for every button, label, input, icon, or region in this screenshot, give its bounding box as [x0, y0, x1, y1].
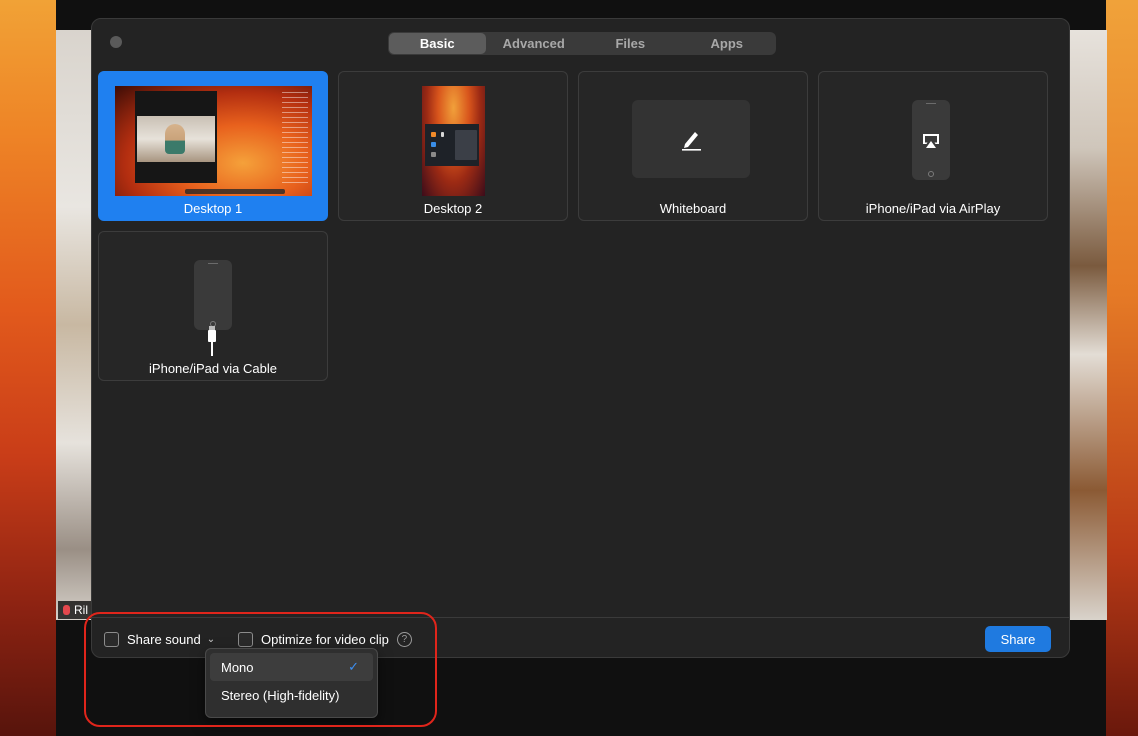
- desktop-1-thumbnail: [115, 86, 312, 196]
- optimize-video-option[interactable]: Optimize for video clip ?: [238, 629, 412, 649]
- menu-item-stereo[interactable]: Stereo (High-fidelity): [210, 681, 373, 709]
- desktop-wallpaper-right: [1106, 0, 1138, 736]
- source-label: iPhone/iPad via Cable: [149, 361, 277, 376]
- tab-basic[interactable]: Basic: [389, 33, 486, 54]
- source-label: iPhone/iPad via AirPlay: [865, 201, 1001, 216]
- share-sound-option[interactable]: Share sound ⌄: [104, 629, 215, 649]
- optimize-video-checkbox[interactable]: [238, 631, 253, 647]
- desktop-wallpaper-left: [0, 0, 56, 736]
- source-label: Desktop 1: [183, 201, 243, 216]
- menu-item-label: Mono: [221, 659, 254, 675]
- footer-divider: [92, 617, 1069, 618]
- source-label: Whiteboard: [659, 201, 727, 216]
- chevron-down-icon[interactable]: ⌄: [207, 634, 215, 645]
- source-label: Desktop 2: [423, 201, 483, 216]
- source-tile-whiteboard[interactable]: Whiteboard: [578, 71, 808, 221]
- share-button[interactable]: Share: [985, 626, 1051, 652]
- mic-muted-icon: [63, 605, 70, 615]
- pencil-icon: [682, 132, 701, 151]
- source-tile-desktop-2[interactable]: Desktop 2: [338, 71, 568, 221]
- share-sound-label: Share sound: [127, 631, 201, 647]
- share-screen-dialog: Basic Advanced Files Apps Desktop 1 Desk…: [91, 18, 1070, 658]
- tab-advanced[interactable]: Advanced: [486, 33, 583, 54]
- cable-icon: [208, 326, 216, 356]
- share-sound-checkbox[interactable]: [104, 631, 119, 647]
- source-tile-cable[interactable]: iPhone/iPad via Cable: [98, 231, 328, 381]
- whiteboard-preview: [632, 100, 750, 178]
- source-tile-desktop-1[interactable]: Desktop 1: [98, 71, 328, 221]
- tab-bar: Basic Advanced Files Apps: [388, 32, 776, 55]
- optimize-video-label: Optimize for video clip: [261, 631, 389, 647]
- source-tile-airplay[interactable]: iPhone/iPad via AirPlay: [818, 71, 1048, 221]
- airplay-icon: [923, 134, 939, 148]
- phone-preview: [912, 100, 950, 180]
- desktop-2-thumbnail: [422, 86, 485, 196]
- share-sound-menu: Mono ✓ Stereo (High-fidelity): [205, 648, 378, 718]
- participant-video-left: [56, 30, 92, 620]
- checkmark-icon: ✓: [348, 659, 359, 674]
- participant-name: Ril: [74, 603, 88, 617]
- tab-apps[interactable]: Apps: [679, 33, 776, 54]
- close-button[interactable]: [110, 36, 122, 48]
- phone-preview: [194, 260, 232, 330]
- tab-files[interactable]: Files: [582, 33, 679, 54]
- participant-name-tag: Ril: [58, 601, 93, 619]
- menu-item-mono[interactable]: Mono ✓: [210, 653, 373, 681]
- help-icon[interactable]: ?: [396, 631, 412, 647]
- menu-item-label: Stereo (High-fidelity): [221, 687, 340, 703]
- participant-video-right: [1070, 30, 1107, 620]
